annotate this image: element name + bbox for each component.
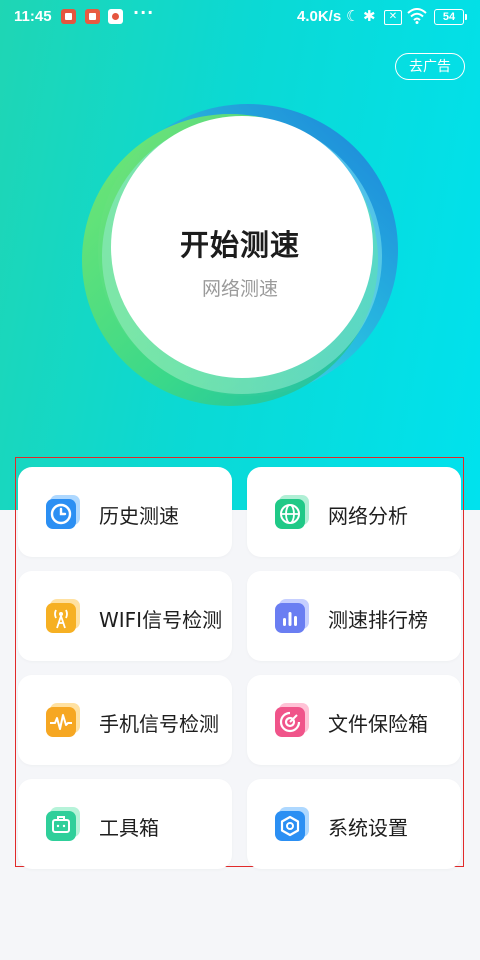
remove-ads-button[interactable]: 去广告 bbox=[395, 53, 465, 80]
more-notifications-icon: ··· bbox=[133, 3, 155, 22]
speed-ranking-card[interactable]: 测速排行榜 bbox=[247, 571, 461, 661]
card-label: 系统设置 bbox=[328, 816, 408, 840]
clock-icon bbox=[46, 495, 82, 531]
globe-icon bbox=[275, 495, 311, 531]
network-speed: 4.0K/s bbox=[297, 8, 342, 25]
card-label: 文件保险箱 bbox=[328, 712, 428, 736]
card-label: 网络分析 bbox=[328, 504, 408, 528]
notification-app-icon bbox=[61, 9, 76, 24]
status-bar: 11:45 ··· 4.0K/s ☾ ✱ ✕ 54 bbox=[0, 0, 480, 34]
card-label: 手机信号检测 bbox=[99, 712, 219, 736]
phone-signal-check-card[interactable]: 手机信号检测 bbox=[18, 675, 232, 765]
moon-icon: ☾ bbox=[346, 7, 360, 25]
wifi-signal-check-card[interactable]: WIFI信号检测 bbox=[18, 571, 232, 661]
start-speed-test-button[interactable]: 开始测速 网络测速 bbox=[80, 100, 400, 410]
card-label: WIFI信号检测 bbox=[99, 608, 223, 632]
hex-settings-icon bbox=[275, 807, 311, 843]
card-label: 工具箱 bbox=[99, 816, 159, 840]
safe-icon bbox=[275, 703, 311, 739]
card-label: 测速排行榜 bbox=[328, 608, 428, 632]
notification-app-icon bbox=[85, 9, 100, 24]
no-sim-icon: ✕ bbox=[384, 10, 402, 25]
system-settings-card[interactable]: 系统设置 bbox=[247, 779, 461, 869]
bar-chart-icon bbox=[275, 599, 311, 635]
speed-test-title: 开始测速 bbox=[179, 228, 300, 262]
wifi-icon bbox=[407, 8, 427, 28]
speed-test-subtitle: 网络测速 bbox=[201, 278, 278, 300]
toolbox-card[interactable]: 工具箱 bbox=[18, 779, 232, 869]
bluetooth-icon: ✱ bbox=[363, 7, 376, 25]
battery-icon: 54 bbox=[434, 9, 467, 25]
notification-app-icon bbox=[108, 9, 123, 24]
toolbox-icon bbox=[46, 807, 82, 843]
card-label: 历史测速 bbox=[99, 504, 179, 528]
pulse-icon bbox=[46, 703, 82, 739]
file-safe-card[interactable]: 文件保险箱 bbox=[247, 675, 461, 765]
signal-tower-icon bbox=[46, 599, 82, 635]
history-speed-test-card[interactable]: 历史测速 bbox=[18, 467, 232, 557]
status-time: 11:45 bbox=[14, 8, 52, 25]
network-analysis-card[interactable]: 网络分析 bbox=[247, 467, 461, 557]
